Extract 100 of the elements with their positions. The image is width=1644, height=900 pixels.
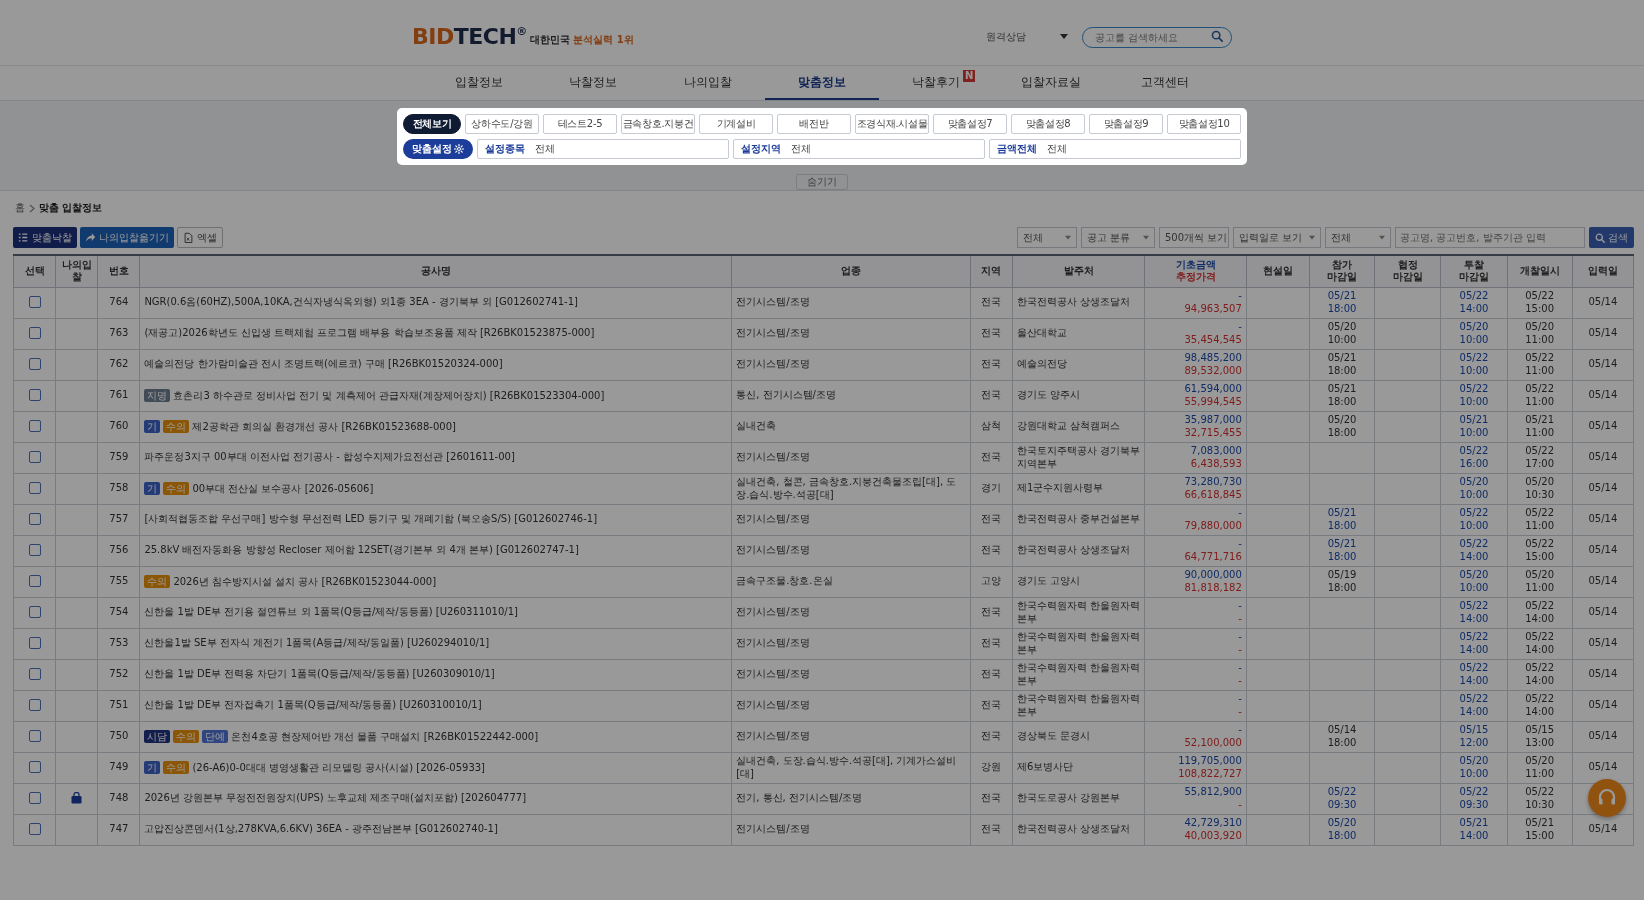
filter-field[interactable]: 설정종목 전체	[477, 139, 729, 159]
checkbox[interactable]	[28, 668, 41, 681]
preset-button[interactable]: 맞춤설정7	[933, 114, 1007, 134]
checkbox[interactable]	[28, 482, 41, 495]
checkbox[interactable]	[28, 296, 41, 309]
agency-text: 예술의전당	[1012, 349, 1145, 380]
checkbox[interactable]	[28, 513, 41, 526]
region-text: 전국	[970, 721, 1013, 752]
tag: 지명	[144, 388, 171, 402]
deadline-text: 05/20 10:00	[1458, 569, 1490, 594]
checkbox[interactable]	[28, 544, 41, 557]
search-field[interactable]: 공고를 검색하세요	[1082, 27, 1232, 48]
chevron-icon	[29, 203, 35, 213]
search-button[interactable]: 검색	[1589, 227, 1634, 248]
industry-text: 전기, 통신, 전기시스템/조명	[731, 783, 971, 814]
preset-button[interactable]: 조경식재.시설물	[855, 114, 929, 134]
filter-field[interactable]: 금액전체 전체	[989, 139, 1241, 159]
hide-button[interactable]: 숨기기	[796, 174, 848, 190]
deadline-text: 05/22 14:00	[1458, 662, 1490, 687]
preset-button[interactable]: 맞춤설정8	[1011, 114, 1085, 134]
checkbox[interactable]	[28, 730, 41, 743]
remote-support-link[interactable]: 원격상담	[986, 29, 1026, 44]
preset-button[interactable]: 기계설비	[699, 114, 773, 134]
checkbox[interactable]	[28, 792, 41, 805]
region-text: 고양	[970, 566, 1013, 597]
checkbox[interactable]	[28, 420, 41, 433]
base-price: 73,280,730	[1183, 476, 1242, 489]
input-date: 05/14	[1572, 349, 1634, 380]
search-input[interactable]: 공고명, 공고번호, 발주기관 입력	[1395, 227, 1585, 248]
checkbox[interactable]	[28, 389, 41, 402]
toolbar-button[interactable]: 맞춤낙찰	[13, 227, 77, 248]
bid-title[interactable]: 제2공학관 회의실 환경개선 공사 [R26BK01523688-000]	[192, 420, 456, 432]
input-date: 05/14	[1572, 566, 1634, 597]
column-header: 지역	[970, 255, 1013, 287]
column-header: 참가 마감일	[1309, 255, 1375, 287]
nav-tab[interactable]: 낙찰후기 N	[879, 66, 994, 100]
settings-button[interactable]: 맞춤설정	[403, 139, 473, 159]
nav-tab[interactable]: 입찰정보	[422, 66, 537, 100]
base-price: 61,594,000	[1183, 383, 1242, 396]
nav-tab[interactable]: 고객센터	[1107, 66, 1222, 100]
checkbox[interactable]	[28, 823, 41, 836]
tag: 수의	[163, 760, 190, 774]
input-date: 05/14	[1572, 690, 1634, 721]
preset-button[interactable]: 맞춤설정10	[1167, 114, 1241, 134]
help-button[interactable]	[1588, 779, 1626, 817]
toolbar-button[interactable]: 엑셀	[177, 227, 223, 248]
input-date: 05/14	[1572, 473, 1634, 504]
select-field[interactable]: 전체	[1017, 227, 1077, 248]
checkbox[interactable]	[28, 451, 41, 464]
preset-button[interactable]: 전체보기	[403, 114, 461, 134]
select-field[interactable]: 전체	[1325, 227, 1391, 248]
logo-tagline: 대한민국 분석실력 1위	[529, 32, 634, 47]
deadline-text: 05/22 10:00	[1458, 383, 1490, 408]
checkbox[interactable]	[28, 358, 41, 371]
toolbar-button[interactable]: 나의입찰옮기기	[80, 227, 174, 248]
logo[interactable]: BIDTECH$^{®}$	[412, 25, 527, 48]
base-price: -	[1237, 321, 1242, 334]
bid-title[interactable]: 00부대 전산실 보수공사 [2026-05606]	[192, 482, 374, 494]
column-header: 투찰 마감일	[1440, 255, 1508, 287]
checkbox[interactable]	[28, 327, 41, 340]
column-header: 입력일	[1572, 255, 1634, 287]
bid-title[interactable]: 온천4호공 현장제어반 개선 물품 구매설치 [R26BK01522442-000]	[231, 730, 539, 742]
region-text: 전국	[970, 659, 1013, 690]
preset-button[interactable]: 금속창호.지붕건	[621, 114, 695, 134]
deadline-text: 05/21 15:00	[1524, 817, 1556, 842]
bid-title[interactable]: (26-A6)0-0대대 병영생활관 리모델링 공사(시설) [2026-05933]	[192, 761, 486, 773]
breadcrumb-item: 맞춤 입찰정보	[39, 201, 103, 215]
checkbox[interactable]	[28, 606, 41, 619]
nav-tab[interactable]: 낙찰정보	[536, 66, 651, 100]
region-text: 전국	[970, 318, 1013, 349]
select-field[interactable]: 입력일로 보기	[1233, 227, 1321, 248]
bid-title[interactable]: 효촌리3 하수관로 정비사업 전기 및 계측제어 관급자재(계장제어장치) [R26BK01523304-000]	[173, 389, 605, 401]
deadline-text: 05/15 13:00	[1524, 724, 1556, 749]
row-number: 763	[97, 318, 140, 349]
filter-field[interactable]: 설정지역 전체	[733, 139, 985, 159]
agency-text: 한국수력원자력 한울원자력본부	[1012, 659, 1145, 690]
select-field[interactable]: 공고 분류	[1081, 227, 1155, 248]
preset-button[interactable]: 맞춤설정9	[1089, 114, 1163, 134]
nav-tab[interactable]: 나의입찰	[650, 66, 765, 100]
checkbox[interactable]	[28, 637, 41, 650]
checkbox[interactable]	[28, 761, 41, 774]
industry-text: 전기시스템/조명	[731, 349, 971, 380]
estimated-price: 52,100,000	[1183, 736, 1242, 749]
deadline-text: 05/21 18:00	[1326, 290, 1358, 315]
tag: 수의	[173, 729, 200, 743]
preset-button[interactable]: 배전반	[777, 114, 851, 134]
deadline-text: 05/22 09:30	[1458, 786, 1490, 811]
select-field[interactable]: 500개씩 보기	[1159, 227, 1229, 248]
bid-title[interactable]: 2026년 침수방지시설 설치 공사 [R26BK01523044-000]	[173, 575, 437, 587]
breadcrumb-item[interactable]: 홈	[15, 201, 25, 215]
preset-button[interactable]: 상하수도/강원	[465, 114, 539, 134]
caret-icon	[1379, 235, 1385, 240]
deadline-text: 05/22 14:00	[1524, 693, 1556, 718]
checkbox[interactable]	[28, 699, 41, 712]
estimated-price: 55,994,545	[1183, 395, 1242, 408]
nav-tab[interactable]: 입찰자료실	[993, 66, 1108, 100]
agency-text: 한국수력원자력 한울원자력본부	[1012, 597, 1145, 628]
deadline-text: 05/21 14:00	[1458, 817, 1490, 842]
preset-button[interactable]: 테스트2-5	[543, 114, 617, 134]
checkbox[interactable]	[28, 575, 41, 588]
